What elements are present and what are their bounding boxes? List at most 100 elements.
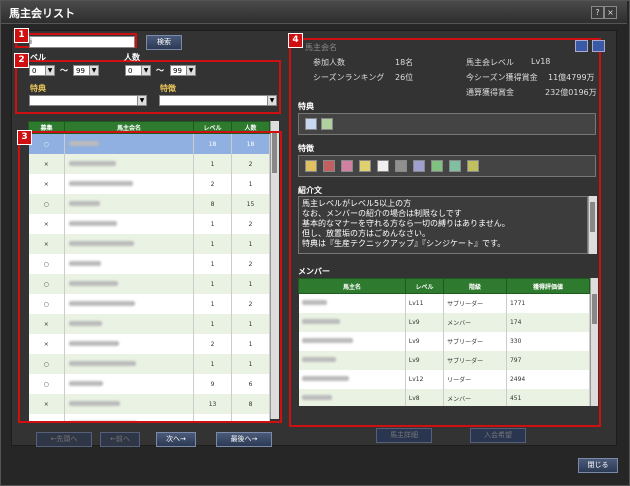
member-level-cell: Lv12 — [405, 370, 445, 389]
perk-section-title: 特典 — [298, 102, 314, 111]
window-title: 馬主会リスト — [9, 7, 75, 20]
chevron-down-icon: ▼ — [141, 66, 150, 75]
member-row[interactable]: Lv9 サブリーダー 330 — [298, 332, 590, 351]
member-row[interactable]: Lv9 メンバー 174 — [298, 313, 590, 332]
chevron-down-icon: ▼ — [137, 96, 146, 105]
trait-filter-label: 特徴 — [160, 84, 176, 93]
stat-value-season-prize: 11億4799万 — [548, 73, 595, 82]
trait-icon[interactable] — [341, 160, 353, 172]
member-level-cell: Lv8 — [405, 389, 445, 406]
level-label: ベル — [30, 53, 46, 62]
member-table: 馬主名 レベル 階級 獲得評価値 Lv11 サブリーダー 1771 Lv9 メンバー 17… — [298, 278, 590, 406]
stat-value-members: 18名 — [395, 58, 414, 67]
trait-icon[interactable] — [413, 160, 425, 172]
member-value-cell: 1771 — [506, 293, 590, 313]
member-scroll-thumb[interactable] — [592, 294, 597, 324]
stat-label-ranking: シーズンランキング — [313, 73, 385, 82]
level-min-value: 0 — [32, 67, 37, 75]
member-rank-cell: メンバー — [443, 389, 507, 406]
arrow-up-icon[interactable] — [575, 40, 588, 52]
member-rank-cell: リーダー — [443, 370, 507, 389]
stat-label-season-prize: 今シーズン獲得賞金 — [466, 73, 538, 82]
member-row[interactable]: Lv12 リーダー 2494 — [298, 370, 590, 389]
trait-icon[interactable] — [359, 160, 371, 172]
intro-text: 馬主レベルがレベル5以上の方 なお、メンバーの紹介の場合は制限なしです 基本的なマナ… — [298, 196, 588, 254]
list-region — [18, 131, 282, 423]
first-page-button[interactable]: ←先頭へ — [36, 432, 92, 447]
perk-filter-label: 特典 — [30, 84, 46, 93]
owner-name-cell — [298, 293, 406, 313]
level-max-value: 99 — [76, 67, 85, 75]
badge-4: 4 — [288, 33, 303, 48]
member-min-value: 0 — [128, 67, 133, 75]
prev-page-button[interactable]: ←前へ — [100, 432, 140, 447]
stat-label-level: 馬主会レベル — [466, 58, 514, 67]
intro-scrollbar[interactable] — [588, 196, 597, 254]
stat-label-total-prize: 通算獲得賞金 — [466, 88, 514, 97]
close-button[interactable]: 閉じる — [578, 458, 618, 473]
search-input[interactable]: i — [29, 36, 135, 48]
title-bar: 馬主会リスト ? × — [1, 1, 627, 24]
trait-icon[interactable] — [431, 160, 443, 172]
help-button[interactable]: ? — [591, 6, 604, 19]
intro-line: 基本的なマナーを守れる方なら一切の縛りはありません。 — [302, 219, 510, 228]
search-button[interactable]: 検索 — [146, 35, 182, 50]
last-page-button[interactable]: 最後へ→ — [216, 432, 272, 447]
member-rank-cell: サブリーダー — [443, 351, 507, 370]
member-level-cell: Lv9 — [405, 313, 445, 332]
owner-name-redacted — [301, 319, 340, 324]
owner-name-cell — [298, 370, 406, 389]
stat-label-members: 参加人数 — [313, 58, 345, 67]
trait-icon[interactable] — [377, 160, 389, 172]
member-row[interactable]: Lv9 サブリーダー 797 — [298, 351, 590, 370]
member-range-tilde: 〜 — [156, 66, 164, 75]
member-value-cell: 797 — [506, 351, 590, 370]
trait-icon-strip — [298, 155, 596, 177]
member-level-cell: Lv9 — [405, 332, 445, 351]
perk-production-icon[interactable] — [305, 118, 317, 130]
club-name: 馬主会名 — [305, 43, 337, 52]
owner-name-redacted — [301, 376, 349, 381]
trait-icon[interactable] — [323, 160, 335, 172]
intro-line: 馬主レベルがレベル5以上の方 — [302, 199, 412, 208]
trait-filter-select[interactable]: ▼ — [159, 95, 277, 106]
join-request-button[interactable]: 入会希望 — [470, 428, 526, 443]
member-max-value: 99 — [173, 67, 182, 75]
intro-scroll-thumb[interactable] — [590, 202, 595, 232]
stat-value-ranking: 26位 — [395, 73, 414, 82]
intro-line: 特典は『生産テクニックアップ』『シンジケート』です。 — [302, 239, 506, 248]
member-level-cell: Lv11 — [405, 293, 445, 313]
member-min-select[interactable]: 0 ▼ — [125, 65, 151, 76]
arrow-down-icon[interactable] — [592, 40, 605, 52]
window-close-button[interactable]: × — [604, 6, 617, 19]
trait-section-title: 特徴 — [298, 144, 314, 153]
owner-name-cell — [298, 389, 406, 406]
trait-icon[interactable] — [467, 160, 479, 172]
member-value-cell: 451 — [506, 389, 590, 406]
member-row[interactable]: Lv11 サブリーダー 1771 — [298, 293, 590, 313]
owner-name-redacted — [301, 338, 353, 343]
trait-icon[interactable] — [395, 160, 407, 172]
trait-icon[interactable] — [305, 160, 317, 172]
member-max-select[interactable]: 99 ▼ — [170, 65, 196, 76]
col-member-value[interactable]: 獲得評価値 — [505, 278, 590, 294]
badge-2: 2 — [14, 53, 29, 68]
member-row[interactable]: Lv8 メンバー 451 — [298, 389, 590, 406]
perk-filter-select[interactable]: ▼ — [29, 95, 147, 106]
member-section-title: メンバー — [298, 267, 330, 276]
col-member-rank[interactable]: 階級 — [443, 278, 507, 294]
owner-name-cell — [298, 351, 406, 370]
level-max-select[interactable]: 99 ▼ — [73, 65, 99, 76]
col-owner-name[interactable]: 馬主名 — [298, 278, 406, 294]
owner-detail-button[interactable]: 馬主詳細 — [376, 428, 432, 443]
stat-value-total-prize: 232億0196万 — [545, 88, 597, 97]
trait-icon[interactable] — [449, 160, 461, 172]
member-scrollbar[interactable] — [590, 278, 598, 406]
owner-name-cell — [298, 332, 406, 351]
level-range-tilde: 〜 — [60, 66, 68, 75]
next-page-button[interactable]: 次へ→ — [156, 432, 196, 447]
perk-syndicate-icon[interactable] — [321, 118, 333, 130]
level-min-select[interactable]: 0 ▼ — [29, 65, 55, 76]
col-member-level[interactable]: レベル — [404, 278, 445, 294]
member-rank-cell: メンバー — [443, 313, 507, 332]
